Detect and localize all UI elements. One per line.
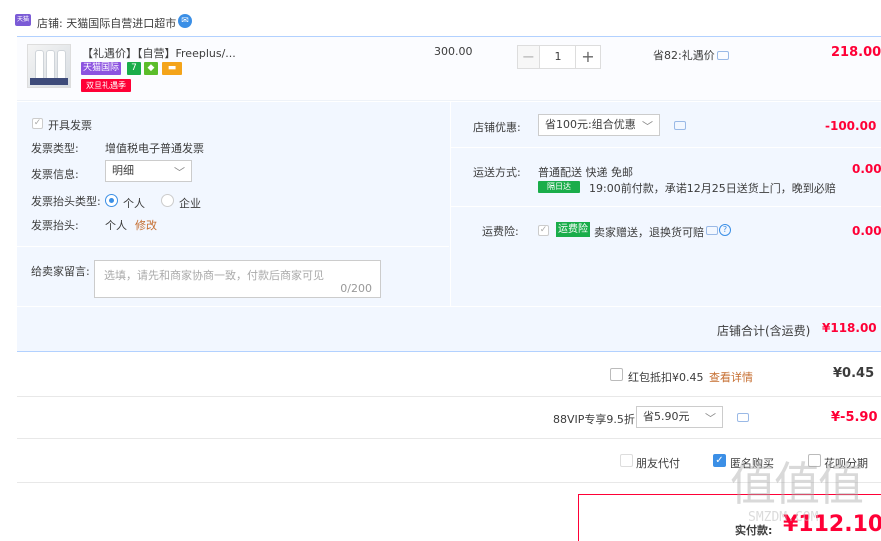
- item-savings: 省82:礼遇价: [653, 49, 715, 62]
- shop-discount-value: 省100元:组合优惠: [545, 118, 636, 131]
- insurance-badge: 运费险: [556, 222, 590, 237]
- insurance-label: 运费险:: [482, 225, 519, 238]
- divider: [17, 246, 449, 247]
- invoice-header-label: 发票抬头:: [31, 219, 79, 232]
- divider: [451, 147, 881, 148]
- watermark-url: SMZDM.COM: [748, 510, 819, 525]
- quantity-plus-button[interactable]: +: [575, 46, 600, 68]
- chevron-down-icon: ﹀: [642, 120, 653, 133]
- seller-message-placeholder: 选填，请先和商家协商一致，付款后商家可见: [104, 269, 324, 282]
- invoice-info-label: 发票信息:: [31, 168, 79, 181]
- insurance-amount: 0.00: [852, 224, 881, 238]
- quantity-minus-button[interactable]: −: [518, 46, 540, 68]
- item-total: 218.00: [831, 45, 881, 60]
- shop-discount-amount: -100.00: [825, 119, 877, 133]
- chat-icon[interactable]: ✉: [178, 14, 192, 28]
- chevron-down-icon: ﹀: [174, 166, 185, 179]
- invoice-header-type-label: 发票抬头类型:: [31, 195, 101, 208]
- message-icon[interactable]: [706, 226, 718, 235]
- vip-discount-amount: ¥-5.90: [831, 410, 878, 425]
- red-packet-amount: ¥0.45: [833, 366, 875, 381]
- company-option-label: 企业: [179, 197, 201, 210]
- char-counter: 0/200: [340, 282, 372, 295]
- shop-total-amount: ¥118.00: [822, 321, 877, 335]
- message-icon[interactable]: [674, 121, 686, 130]
- divider: [17, 438, 881, 439]
- invoice-type-value: 增值税电子普通发票: [105, 142, 204, 155]
- red-packet-details-link[interactable]: 查看详情: [709, 369, 753, 385]
- anonymous-checkbox[interactable]: ✓: [713, 454, 726, 467]
- shop-discount-select[interactable]: 省100元:组合优惠 ﹀: [538, 114, 660, 136]
- product-title[interactable]: 【礼遇价】【自营】Freeplus/...: [82, 45, 236, 61]
- shipping-label: 运送方式:: [473, 166, 521, 179]
- friend-pay-checkbox[interactable]: [620, 454, 633, 467]
- invoice-info-value: 明细: [112, 164, 134, 177]
- vip-discount-value: 省5.90元: [643, 410, 690, 423]
- invoice-header-value: 个人: [105, 219, 127, 232]
- invoice-type-label: 发票类型:: [31, 142, 79, 155]
- promo-tag: 双旦礼遇季: [81, 79, 131, 92]
- insurance-desc: 卖家赠送，退换货可赔: [594, 226, 704, 239]
- shop-total-label: 店铺合计(含运费): [717, 324, 811, 338]
- quantity-input[interactable]: 1: [541, 46, 575, 68]
- watermark-logo: 值值值: [730, 457, 864, 511]
- seven-day-return-tag: 7: [127, 62, 141, 75]
- personal-radio[interactable]: [105, 194, 118, 207]
- product-thumbnail[interactable]: [27, 44, 71, 88]
- card-icon: ▬: [162, 62, 182, 75]
- issue-invoice-label: 开具发票: [48, 119, 92, 132]
- seller-message-label: 给卖家留言:: [31, 265, 90, 278]
- delivery-promise: 19:00前付款，承诺12月25日送货上门，晚到必赔: [589, 182, 836, 195]
- red-packet-label: 红包抵扣¥0.45: [628, 371, 704, 384]
- modify-invoice-link[interactable]: 修改: [135, 217, 157, 233]
- divider: [450, 102, 451, 306]
- message-icon[interactable]: [737, 413, 749, 422]
- shipping-amount: 0.00: [852, 162, 881, 176]
- shipping-method: 普通配送 快递 免邮: [538, 166, 633, 179]
- chevron-down-icon: ﹀: [705, 412, 716, 425]
- red-packet-checkbox[interactable]: [610, 368, 623, 381]
- unit-price: 300.00: [434, 45, 473, 58]
- message-icon[interactable]: [717, 51, 729, 60]
- shop-name[interactable]: 店铺: 天猫国际自营进口超市: [37, 15, 176, 31]
- vip-discount-select[interactable]: 省5.90元 ﹀: [636, 406, 723, 428]
- divider: [17, 306, 881, 307]
- invoice-info-select[interactable]: 明细 ﹀: [105, 160, 192, 182]
- vip-discount-label: 88VIP专享9.5折: [553, 413, 635, 426]
- company-radio[interactable]: [161, 194, 174, 207]
- next-day-badge: 隔日达: [538, 181, 580, 193]
- guarantee-icon: ◆: [144, 62, 158, 75]
- personal-option-label: 个人: [123, 197, 145, 210]
- seller-message-input[interactable]: 选填，请先和商家协商一致，付款后商家可见 0/200: [94, 260, 381, 298]
- issue-invoice-checkbox[interactable]: ✓: [32, 118, 43, 129]
- help-icon[interactable]: ?: [719, 224, 731, 236]
- shop-discount-label: 店铺优惠:: [473, 121, 521, 134]
- friend-pay-label: 朋友代付: [636, 457, 680, 470]
- tmall-intl-tag: 天猫国际: [81, 62, 121, 75]
- insurance-checkbox[interactable]: ✓: [538, 225, 549, 236]
- divider: [17, 396, 881, 397]
- tmall-shop-icon: 天猫: [15, 14, 31, 26]
- divider: [17, 351, 881, 352]
- divider: [451, 206, 881, 207]
